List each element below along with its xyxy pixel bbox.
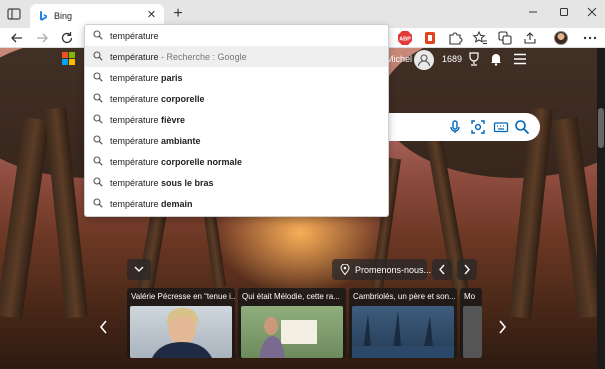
suggestion-item[interactable]: température ambiante <box>85 130 388 151</box>
profile-avatar[interactable] <box>554 31 568 45</box>
bing-icon <box>37 10 49 22</box>
suggestion-text: température <box>110 178 162 188</box>
refresh-button[interactable] <box>58 29 76 47</box>
forward-button[interactable] <box>33 29 51 47</box>
chevron-right-icon <box>499 320 507 334</box>
more-options-icon[interactable] <box>582 30 598 46</box>
address-input[interactable]: température <box>85 25 388 46</box>
news-card-image <box>352 306 454 358</box>
share-icon[interactable] <box>522 30 538 46</box>
news-card-title: Qui était Mélodie, cette ra... <box>242 292 340 301</box>
suggestion-item[interactable]: température paris <box>85 67 388 88</box>
favorites-icon[interactable] <box>472 30 488 46</box>
news-card-title: Mo <box>464 292 476 301</box>
suggestion-item[interactable]: température corporelle normale <box>85 151 388 172</box>
chevron-down-icon <box>134 266 144 272</box>
rewards-points[interactable]: 1689 <box>442 54 462 64</box>
suggestion-item[interactable]: température demain <box>85 193 388 214</box>
rewards-trophy-icon[interactable] <box>466 51 482 67</box>
search-icon <box>93 198 103 208</box>
visual-search-icon[interactable] <box>470 119 486 135</box>
maximize-button[interactable] <box>554 4 574 20</box>
news-card[interactable]: Qui était Mélodie, cette ra... <box>238 288 346 358</box>
address-bar-dropdown: température température - Recherche : Go… <box>84 24 389 217</box>
news-card[interactable]: Valérie Pécresse en “tenue i... <box>127 288 235 358</box>
user-name[interactable]: Michel <box>386 54 412 64</box>
suggestion-item[interactable]: température sous le bras <box>85 172 388 193</box>
tab-close-icon[interactable]: ✕ <box>145 9 158 22</box>
microsoft-logo-icon[interactable] <box>62 52 76 66</box>
notifications-bell-icon[interactable] <box>489 52 503 66</box>
news-card[interactable]: Mo <box>460 288 482 358</box>
suggestion-item[interactable]: température - Recherche : Google <box>85 46 388 67</box>
minimize-button[interactable] <box>523 4 543 20</box>
suggestion-text: température <box>110 52 159 62</box>
news-card-title: Valérie Pécresse en “tenue i... <box>131 292 235 301</box>
location-pin-icon <box>340 264 350 275</box>
search-icon <box>93 114 103 124</box>
search-icon <box>93 72 103 82</box>
suggestion-text: température <box>110 157 162 167</box>
suggestion-text: température <box>110 73 162 83</box>
search-icon <box>93 93 103 103</box>
svg-text:ABP: ABP <box>399 37 411 43</box>
keyboard-icon[interactable] <box>493 119 509 135</box>
hamburger-menu-icon[interactable] <box>513 53 527 65</box>
image-location-pill[interactable]: Promenons-nous... <box>332 259 431 280</box>
suggestion-item[interactable]: température fièvre <box>85 109 388 130</box>
search-icon <box>93 177 103 187</box>
collections-icon[interactable] <box>497 30 513 46</box>
search-icon <box>93 135 103 145</box>
page-scrollbar[interactable] <box>597 48 605 369</box>
office-icon[interactable] <box>422 30 438 46</box>
back-button[interactable] <box>8 29 26 47</box>
chevron-left-icon <box>99 320 107 334</box>
next-image-button[interactable] <box>457 259 477 280</box>
search-icon <box>93 51 103 61</box>
adblock-icon[interactable]: ABP <box>397 30 413 46</box>
suggestion-item[interactable]: température corporelle <box>85 88 388 109</box>
news-card-image <box>463 306 482 358</box>
address-input-text[interactable]: température <box>110 31 159 41</box>
tab-title: Bing <box>54 11 73 21</box>
new-tab-button[interactable]: + <box>170 6 186 22</box>
news-card-image <box>130 306 232 358</box>
carousel-next-button[interactable] <box>494 318 510 336</box>
previous-image-button[interactable] <box>432 259 452 280</box>
collapse-feed-button[interactable] <box>127 259 151 280</box>
close-window-button[interactable] <box>582 4 602 20</box>
search-icon[interactable] <box>514 119 530 135</box>
search-icon <box>93 156 103 166</box>
news-card-title: Cambriolés, un père et son... <box>353 292 456 301</box>
extension-puzzle-icon[interactable] <box>447 30 463 46</box>
chevron-right-icon <box>464 264 470 275</box>
carousel-prev-button[interactable] <box>96 318 112 336</box>
suggestion-text: température <box>110 136 162 146</box>
suggestion-text: température <box>110 94 162 104</box>
news-card[interactable]: Cambriolés, un père et son... <box>349 288 457 358</box>
chevron-left-icon <box>439 264 445 275</box>
suggestion-source: - Recherche : Google <box>158 52 247 62</box>
search-icon <box>93 30 103 40</box>
news-card-image <box>241 306 343 358</box>
microphone-icon[interactable] <box>447 119 463 135</box>
tab-actions-icon[interactable] <box>6 6 22 22</box>
scrollbar-thumb[interactable] <box>598 108 604 148</box>
suggestion-text: température <box>110 199 162 209</box>
image-location-text: Promenons-nous... <box>355 265 432 275</box>
suggestion-text: température <box>110 115 162 125</box>
user-avatar-icon[interactable] <box>414 50 434 70</box>
